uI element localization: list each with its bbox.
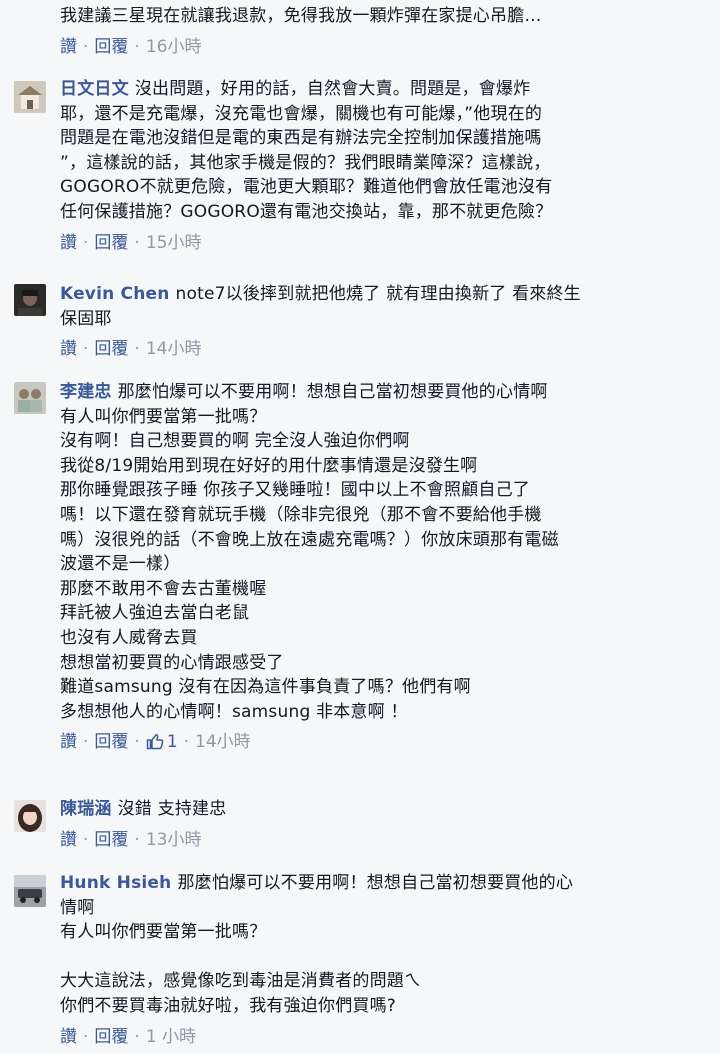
avatar[interactable] — [14, 81, 46, 113]
comment-line: GOGORO不就更危險，電池更大顆耶？難道他們會放任電池沒有 — [60, 177, 553, 198]
like-link[interactable]: 讚 — [60, 37, 77, 57]
comment-author-link[interactable]: Hunk Hsieh — [60, 873, 171, 893]
comment-author-link[interactable]: Kevin Chen — [60, 284, 170, 304]
separator-dot: · — [183, 732, 190, 753]
comment-line: 有人叫你們要當第一批嗎？ — [60, 922, 267, 943]
comment-body: 李建忠 那麼怕爆可以不要用啊！想想自己當初想要買他的心情啊 有人叫你們要當第一批嗎… — [60, 380, 708, 757]
comment-line: 沒錯 支持建忠 — [117, 799, 227, 819]
comment-line: 任何保護措施？GOGORO還有電池交換站，靠，那不就更危險？ — [60, 201, 553, 222]
comment-line: 情啊 — [60, 897, 95, 918]
comment-actions: 讚 · 回覆 · 15小時 — [60, 231, 708, 255]
comment-line: ”，這樣說的話，其他家手機是假的？我們眼睛業障深？這樣說， — [60, 152, 551, 173]
comment-line: 保固耶 — [60, 308, 112, 329]
reply-link[interactable]: 回覆 — [94, 37, 128, 57]
comment-body: 陳瑞涵 沒錯 支持建忠 讚 · 回覆 · 13小時 — [60, 797, 708, 852]
comment-actions: 讚 · 回覆 · 16小時 — [60, 35, 708, 59]
reply-link[interactable]: 回覆 — [94, 233, 128, 253]
comment-text: 李建忠 那麼怕爆可以不要用啊！想想自己當初想要買他的心情啊 有人叫你們要當第一批嗎… — [60, 380, 708, 724]
comment-line: 我建議三星現在就讓我退款，免得我放一顆炸彈在家提心吊膽… — [60, 6, 542, 26]
separator-dot: · — [134, 36, 140, 57]
comment-line: 你們不要買毒油就好啦，我有強迫你們買嗎? — [60, 995, 397, 1016]
avatar[interactable] — [14, 800, 46, 832]
comment-line: 那麼怕爆可以不要用啊！想想自己當初想要買他的心 — [177, 873, 574, 893]
comment-line: 耶，還不是充電爆，沒充電也會爆，關機也有可能爆，”他現在的 — [60, 103, 543, 124]
like-link[interactable]: 讚 — [60, 1027, 77, 1047]
avatar[interactable] — [14, 382, 46, 414]
like-count-value: 1 — [166, 732, 178, 753]
comment-line: 嗎！以下還在發育就玩手機（除非完很兇（那不會不要給他手機 — [60, 504, 542, 525]
timestamp-link[interactable]: 14小時 — [146, 339, 202, 359]
separator-dot: · — [83, 36, 89, 57]
separator-dot: · — [134, 232, 140, 253]
thumbs-up-icon — [146, 732, 164, 757]
separator-dot: · — [83, 339, 89, 360]
comment-text: 我建議三星現在就讓我退款，免得我放一顆炸彈在家提心吊膽… — [60, 4, 708, 29]
comment-line: 想想當初要買的心情跟感受了 — [60, 652, 284, 673]
comment-actions: 讚 · 回覆 · 1 · 14小時 — [60, 730, 708, 757]
separator-dot: · — [134, 732, 140, 753]
comment-text: 陳瑞涵 沒錯 支持建忠 — [60, 797, 708, 822]
separator-dot: · — [83, 1026, 89, 1047]
comment-line: 波還不是一樣） — [60, 554, 181, 575]
comment-feed: 我建議三星現在就讓我退款，免得我放一顆炸彈在家提心吊膽… 讚 · 回覆 · 16小時 日… — [0, 0, 720, 1054]
separator-dot: · — [134, 339, 140, 360]
like-link[interactable]: 讚 — [60, 233, 77, 253]
comment-actions: 讚 · 回覆 · 13小時 — [60, 828, 708, 852]
comment-body: 日文日文 沒出問題，好用的話，自然會大賣。問題是，會爆炸 耶，還不是充電爆，沒充電… — [60, 77, 708, 255]
timestamp-link[interactable]: 1 小時 — [146, 1027, 196, 1047]
comment-line: 也沒有人威脅去買 — [60, 627, 198, 648]
comment-actions: 讚 · 回覆 · 1 小時 — [60, 1025, 708, 1049]
separator-dot: · — [134, 829, 140, 850]
comment-line: 那你睡覺跟孩子睡 你孩子又幾睡啦！國中以上不會照顧自己了 — [60, 480, 531, 501]
reply-link[interactable]: 回覆 — [94, 1027, 128, 1047]
comment-text: Kevin Chen note7以後摔到就把他燒了 就有理由換新了 看來終生 保固… — [60, 282, 708, 331]
comment-line: 那麼不敢用不會去古董機喔 — [60, 578, 267, 599]
comment-line: 嗎）沒很兇的話（不會晚上放在遠處充電嗎？）你放床頭那有電磁 — [60, 529, 559, 550]
comment-line: 拜託被人強迫去當白老鼠 — [60, 603, 250, 624]
like-link[interactable]: 讚 — [60, 732, 77, 752]
like-link[interactable]: 讚 — [60, 339, 77, 359]
comment-author-link[interactable]: 日文日文 — [60, 79, 129, 99]
comment-line: 那麼怕爆可以不要用啊！想想自己當初想要買他的心情啊 — [117, 382, 548, 402]
comment-author-link[interactable]: 陳瑞涵 — [60, 799, 112, 819]
separator-dot: · — [134, 1026, 140, 1047]
comment-line: 難道samsung 沒有在因為這件事負責了嗎？他們有啊 — [60, 677, 471, 698]
comment-line — [60, 945, 708, 970]
timestamp-link[interactable]: 13小時 — [146, 830, 202, 850]
comment-text: Hunk Hsieh 那麼怕爆可以不要用啊！想想自己當初想要買他的心 情啊 有人叫… — [60, 871, 708, 1019]
comment-line: note7以後摔到就把他燒了 就有理由換新了 看來終生 — [175, 284, 581, 304]
timestamp-link[interactable]: 16小時 — [146, 37, 202, 57]
avatar[interactable] — [14, 875, 46, 907]
separator-dot: · — [83, 829, 89, 850]
comment-line: 我從8/19開始用到現在好好的用什麼事情還是沒發生啊 — [60, 455, 478, 476]
comment-actions: 讚 · 回覆 · 14小時 — [60, 337, 708, 361]
separator-dot: · — [83, 232, 89, 253]
comment-line: 沒出問題，好用的話，自然會大賣。問題是，會爆炸 — [134, 79, 531, 99]
like-link[interactable]: 讚 — [60, 830, 77, 850]
separator-dot: · — [83, 732, 89, 753]
reply-link[interactable]: 回覆 — [94, 830, 128, 850]
comment-body: Kevin Chen note7以後摔到就把他燒了 就有理由換新了 看來終生 保固… — [60, 282, 708, 361]
reply-link[interactable]: 回覆 — [94, 339, 128, 359]
comment-line: 多想想他人的心情啊！samsung 非本意啊 ！ — [60, 701, 408, 722]
timestamp-link[interactable]: 14小時 — [195, 732, 251, 752]
comment-text: 日文日文 沒出問題，好用的話，自然會大賣。問題是，會爆炸 耶，還不是充電爆，沒充電… — [60, 77, 708, 225]
comment-line: 有人叫你們要當第一批嗎？ — [60, 406, 267, 427]
comment-body: Hunk Hsieh 那麼怕爆可以不要用啊！想想自己當初想要買他的心 情啊 有人叫… — [60, 871, 708, 1049]
timestamp-link[interactable]: 15小時 — [146, 233, 202, 253]
comment-line: 問題是在電池沒錯但是電的東西是有辦法完全控制加保護措施嗎 — [60, 128, 542, 149]
comment-body: 我建議三星現在就讓我退款，免得我放一顆炸彈在家提心吊膽… 讚 · 回覆 · 16小時 — [60, 4, 708, 59]
comment-author-link[interactable]: 李建忠 — [60, 382, 112, 402]
avatar[interactable] — [14, 284, 46, 316]
reply-link[interactable]: 回覆 — [94, 732, 128, 752]
like-count[interactable]: 1 — [146, 732, 178, 752]
comment-line: 大大這說法，感覺像吃到毒油是消費者的問題ㄟ — [60, 971, 422, 992]
comment-line: 沒有啊！自己想要買的啊 完全沒人強迫你們啊 — [60, 431, 410, 452]
